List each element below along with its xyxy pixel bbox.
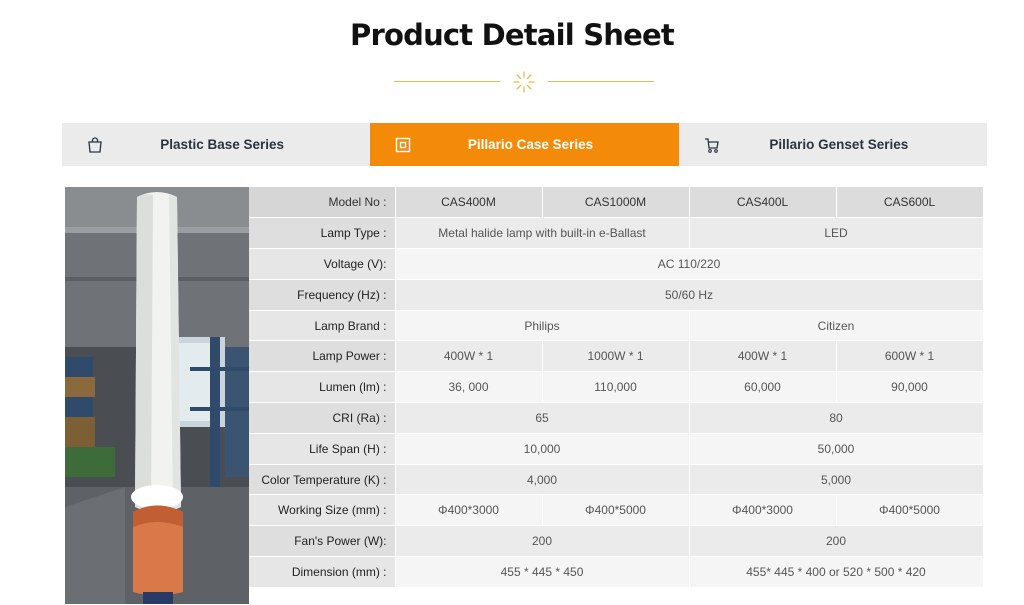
tab-label: Plastic Base Series (160, 137, 285, 152)
divider-line-right (548, 81, 654, 82)
product-light-tower-image (65, 187, 249, 604)
row-label: Dimension (mm) : (249, 556, 396, 588)
page-title: Product Detail Sheet (350, 18, 675, 52)
row-label: Voltage (V): (249, 248, 396, 280)
table-cell: 5,000 (689, 464, 984, 496)
spec-table: Model No : CAS400M CAS1000M CAS400L CAS600L L… (249, 187, 984, 588)
table-cell: 65 (395, 402, 690, 434)
table-row: Dimension (mm) :455 * 445 * 450 455* 445 … (249, 556, 984, 588)
table-row: Lumen (lm) :36, 000 110,000 60,000 90,000 (249, 371, 984, 404)
table-cell: 4,000 (395, 464, 690, 496)
table-row: Life Span (H) :10,000 50,000 (249, 433, 984, 465)
square-target-icon (396, 137, 411, 153)
table-cell: 1000W * 1 (542, 340, 690, 373)
tab-label: Pillario Genset Series (769, 137, 909, 152)
tab-pillario-genset-series[interactable]: Pillario Genset Series (678, 123, 987, 166)
tab-label: Pillario Case Series (467, 137, 594, 152)
table-cell: Φ400*3000 (395, 494, 543, 527)
row-label: Working Size (mm) : (249, 494, 396, 527)
sparkle-icon (513, 71, 535, 93)
table-row: Color Temperature (K) :4,000 5,000 (249, 464, 984, 496)
table-cell: CAS600L (836, 187, 984, 219)
table-cell: 90,000 (836, 371, 984, 404)
series-tabs: Plastic Base Series Pillario Case Series… (62, 123, 987, 166)
table-cell: 400W * 1 (689, 340, 837, 373)
row-label: CRI (Ra) : (249, 402, 396, 434)
table-cell: 10,000 (395, 433, 690, 465)
table-row: Model No : CAS400M CAS1000M CAS400L CAS600L (249, 187, 984, 219)
row-label: Lamp Brand : (249, 310, 396, 342)
table-row: Working Size (mm) : Φ400*3000 Φ400*5000 Φ40… (249, 494, 984, 527)
table-cell: 50/60 Hz (395, 279, 984, 311)
table-cell: Philips (395, 310, 690, 342)
table-cell: 455 * 445 * 450 (395, 556, 690, 588)
table-cell: 200 (395, 525, 690, 558)
row-label: Lumen (lm) : (249, 371, 396, 404)
table-cell: Φ400*3000 (689, 494, 837, 527)
table-cell: 455* 445 * 400 or 520 * 500 * 420 (689, 556, 984, 588)
cart-icon (704, 138, 719, 153)
table-cell: 110,000 (542, 371, 690, 404)
table-row: Frequency (Hz) :50/60 Hz (249, 279, 984, 311)
table-cell: 200 (689, 525, 984, 558)
row-label: Lamp Type : (249, 217, 396, 250)
table-cell: 60,000 (689, 371, 837, 404)
table-cell: Citizen (689, 310, 984, 342)
table-cell: 80 (689, 402, 984, 434)
row-label: Frequency (Hz) : (249, 279, 396, 311)
divider-line-left (394, 81, 500, 82)
row-label: Fan's Power (W): (249, 525, 396, 558)
table-cell: AC 110/220 (395, 248, 984, 280)
table-row: Fan's Power (W): 200 200 (249, 525, 984, 558)
row-label: Color Temperature (K) : (249, 464, 396, 496)
table-cell: CAS1000M (542, 187, 690, 219)
row-label: Model No : (249, 187, 396, 219)
table-row: CRI (Ra) :65 80 (249, 402, 984, 434)
table-cell: Metal halide lamp with built-in e-Ballas… (395, 217, 690, 250)
shopping-bag-icon (88, 137, 102, 153)
table-row: Voltage (V): AC 110/220 (249, 248, 984, 280)
tab-pillario-case-series[interactable]: Pillario Case Series (370, 123, 679, 166)
tab-plastic-base-series[interactable]: Plastic Base Series (62, 123, 371, 166)
row-label: Lamp Power : (249, 340, 396, 373)
title-divider (394, 70, 654, 94)
table-cell: LED (689, 217, 984, 250)
table-cell: 400W * 1 (395, 340, 543, 373)
table-cell: CAS400L (689, 187, 837, 219)
table-cell: Φ400*5000 (542, 494, 690, 527)
table-cell: 36, 000 (395, 371, 543, 404)
table-row: Lamp Power :400W * 1 1000W * 1 400W * 1 600… (249, 340, 984, 373)
row-label: Life Span (H) : (249, 433, 396, 465)
table-cell: CAS400M (395, 187, 543, 219)
table-cell: 600W * 1 (836, 340, 984, 373)
table-cell: Φ400*5000 (836, 494, 984, 527)
table-row: Lamp Brand : Philips Citizen (249, 310, 984, 342)
table-cell: 50,000 (689, 433, 984, 465)
table-row: Lamp Type : Metal halide lamp with built-… (249, 217, 984, 250)
